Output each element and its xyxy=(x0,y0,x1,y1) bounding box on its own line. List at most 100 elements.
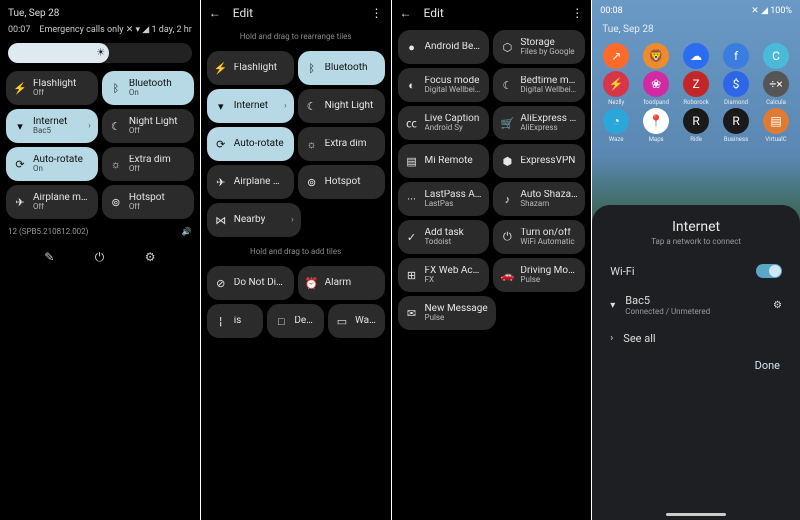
qs-tile-night-light[interactable]: ☾Night LightOff xyxy=(102,109,194,143)
status-bar: 00:08 ✕ ◢ 100% xyxy=(592,0,800,22)
fx-web-access-icon: ⊞ xyxy=(405,268,419,282)
qs-tile-hotspot[interactable]: ⊚Hotspot xyxy=(298,165,385,199)
back-icon[interactable]: ← xyxy=(400,6,414,20)
chevron-right-icon: › xyxy=(291,215,294,225)
qs-tile-device[interactable]: □Device xyxy=(267,304,324,338)
edit-title: Edit xyxy=(233,6,253,20)
settings-icon[interactable]: ⚙ xyxy=(145,250,156,265)
status-bar: 00:07 Emergency calls only ✕ ▾ ◢ 1 day, … xyxy=(0,19,200,37)
bluetooth-icon: ᛒ xyxy=(109,81,123,95)
overflow-icon[interactable]: ⋮ xyxy=(571,6,583,20)
wifi-toggle-row[interactable]: Wi-Fi xyxy=(606,256,786,286)
internet-sheet-screen: 00:08 ✕ ◢ 100% Tue, Sep 28 ↗🦁☁fC⚡Nezlly❀… xyxy=(592,0,800,520)
qs-tile-auto-shazam[interactable]: ♪Auto ShazamShazam xyxy=(493,182,585,216)
qs-tile-nearby[interactable]: ⋈Nearby› xyxy=(207,203,301,237)
app-icon[interactable]: ⚡Nezlly xyxy=(603,71,629,106)
tile-row: ◐Focus modeDigital Wellbeing☾Bedtime mod… xyxy=(398,68,586,102)
qs-tile-turn-on-off[interactable]: ⏻Turn on/offWiFi Automatic xyxy=(493,220,585,254)
app-icon[interactable]: ZRoborock xyxy=(683,71,709,106)
tile-row: ✈Airplane modeOff⊚HotspotOff xyxy=(6,185,194,219)
see-all-row[interactable]: › See all xyxy=(606,324,786,353)
qs-tile-flashlight[interactable]: ⚡Flashlight xyxy=(207,51,294,85)
app-icon[interactable]: 📍Maps xyxy=(643,108,669,143)
qs-tile-fx-web-access[interactable]: ⊞FX Web AccessFX xyxy=(398,258,490,292)
status-right: ✕ ◢ 100% xyxy=(751,6,792,16)
tile-row: ⋈Nearby› xyxy=(207,203,385,237)
focus-mode-icon: ◐ xyxy=(405,78,419,92)
volume-icon[interactable]: 🔊 xyxy=(182,227,192,236)
qs-tile-airplane-mode[interactable]: ✈Airplane modeOff xyxy=(6,185,98,219)
edit-title: Edit xyxy=(424,6,444,20)
qs-tile-bluetooth[interactable]: ᛒBluetooth xyxy=(298,51,385,85)
app-icon[interactable]: ☁ xyxy=(683,43,709,69)
edit-icon[interactable]: ✎ xyxy=(44,250,54,265)
app-icon[interactable]: RRide xyxy=(683,108,709,143)
tile-row: ⊘Do Not Disturb⏰Alarm xyxy=(207,266,385,300)
power-icon[interactable]: ⏻ xyxy=(95,250,105,265)
storage-icon: ⬡ xyxy=(500,40,514,54)
tile-row: ✈Airplane mode⊚Hotspot xyxy=(207,165,385,199)
qs-tile-extra-dim[interactable]: ☼Extra dimOff xyxy=(102,147,194,181)
qs-tile-auto-rotate[interactable]: ⟳Auto-rotate xyxy=(207,127,294,161)
nav-handle[interactable] xyxy=(666,513,726,516)
qs-tile-wallet[interactable]: ▭Wallet xyxy=(328,304,385,338)
qs-tile-storage[interactable]: ⬡StorageFiles by Google xyxy=(493,30,585,64)
tile-row: ✉New MessagePulse xyxy=(398,296,586,330)
app-icon[interactable]: RBusiness xyxy=(723,108,749,143)
qs-tile-live-caption[interactable]: ㏄Live CaptionAndroid Sy xyxy=(398,106,490,140)
tile-row: ▾InternetBac5›☾Night LightOff xyxy=(6,109,194,143)
airplane-mode-icon: ✈ xyxy=(214,175,228,189)
tile-row: ㏄Live CaptionAndroid Sy🛒AliExpress ScAli… xyxy=(398,106,586,140)
status-time: 00:08 xyxy=(600,6,622,16)
status-right: Emergency calls only ✕ ▾ ◢ 1 day, 2 hr xyxy=(39,25,191,35)
done-button[interactable]: Done xyxy=(606,353,786,372)
hotspot-icon: ⊚ xyxy=(109,195,123,209)
qs-tile-mi-remote[interactable]: ▤Mi Remote xyxy=(398,144,490,178)
tile-row: ●Android Beta Pro⬡StorageFiles by Google xyxy=(398,30,586,64)
qs-tile-bedtime-mode[interactable]: ☾Bedtime modeDigital Wellbeing xyxy=(493,68,585,102)
qs-tile-lastpass-autofil[interactable]: ···LastPass AutofilLastPas xyxy=(398,182,490,216)
qs-tile-night-light[interactable]: ☾Night Light xyxy=(298,89,385,123)
qs-tile-flashlight[interactable]: ⚡FlashlightOff xyxy=(6,71,98,105)
app-icon[interactable]: ▤VirtualC xyxy=(763,108,789,143)
qs-tile-airplane-mode[interactable]: ✈Airplane mode xyxy=(207,165,294,199)
qs-tile-do-not-disturb[interactable]: ⊘Do Not Disturb xyxy=(207,266,294,300)
back-icon[interactable]: ← xyxy=(209,6,223,20)
app-icon[interactable]: ❀foodpand xyxy=(643,71,669,106)
qs-tile-focus-mode[interactable]: ◐Focus modeDigital Wellbeing xyxy=(398,68,490,102)
app-icon[interactable]: ↗ xyxy=(603,43,629,69)
qs-tile-hotspot[interactable]: ⊚HotspotOff xyxy=(102,185,194,219)
qs-tile-internet[interactable]: ▾Internet› xyxy=(207,89,294,123)
app-icon[interactable]: 🦁 xyxy=(643,43,669,69)
wifi-toggle[interactable] xyxy=(756,264,782,278)
qs-tile-android-beta-pro[interactable]: ●Android Beta Pro xyxy=(398,30,490,64)
qs-tile-new-message[interactable]: ✉New MessagePulse xyxy=(398,296,497,330)
brightness-slider[interactable]: ☀ xyxy=(8,43,192,63)
lastpass-autofil-icon: ··· xyxy=(405,192,419,206)
qs-tile-aliexpress-sc[interactable]: 🛒AliExpress ScAliExpress xyxy=(493,106,585,140)
qs-tile-driving-mode[interactable]: 🚗Driving ModePulse xyxy=(493,258,585,292)
app-icon[interactable]: ÷×Calcula xyxy=(763,71,789,106)
app-icon[interactable]: f xyxy=(723,43,749,69)
tile-row: ✓Add taskTodoist⏻Turn on/offWiFi Automat… xyxy=(398,220,586,254)
chevron-right-icon: › xyxy=(88,121,91,131)
qs-tile-alarm[interactable]: ⏰Alarm xyxy=(298,266,385,300)
rearrange-hint: Hold and drag to rearrange tiles xyxy=(201,26,391,47)
qs-tile-add-task[interactable]: ✓Add taskTodoist xyxy=(398,220,490,254)
app-icon[interactable]: $Diamond xyxy=(723,71,749,106)
qs-tile-extra-dim[interactable]: ☼Extra dim xyxy=(298,127,385,161)
qs-tile-auto-rotate[interactable]: ⟳Auto-rotateOn xyxy=(6,147,98,181)
qs-tile-bluetooth[interactable]: ᛒBluetoothOn xyxy=(102,71,194,105)
app-icon[interactable]: ◔Waze xyxy=(603,108,629,143)
app-icon[interactable]: C xyxy=(763,43,789,69)
qs-tile-internet[interactable]: ▾InternetBac5› xyxy=(6,109,98,143)
build-number: 12 (SPB5.210812.002) 🔊 xyxy=(0,223,200,240)
network-row[interactable]: ▾ Bac5 Connected / Unmetered ⚙ xyxy=(606,286,786,324)
tile-row: ▤Mi Remote⬢ExpressVPN xyxy=(398,144,586,178)
tile-row: ⚡FlashlightOffᛒBluetoothOn xyxy=(6,71,194,105)
qs-tile-expressvpn[interactable]: ⬢ExpressVPN xyxy=(493,144,585,178)
bluetooth-icon: ᛒ xyxy=(305,61,319,75)
gear-icon[interactable]: ⚙ xyxy=(773,300,782,311)
qs-tile-is[interactable]: ¦is xyxy=(207,304,264,338)
overflow-icon[interactable]: ⋮ xyxy=(371,6,383,20)
